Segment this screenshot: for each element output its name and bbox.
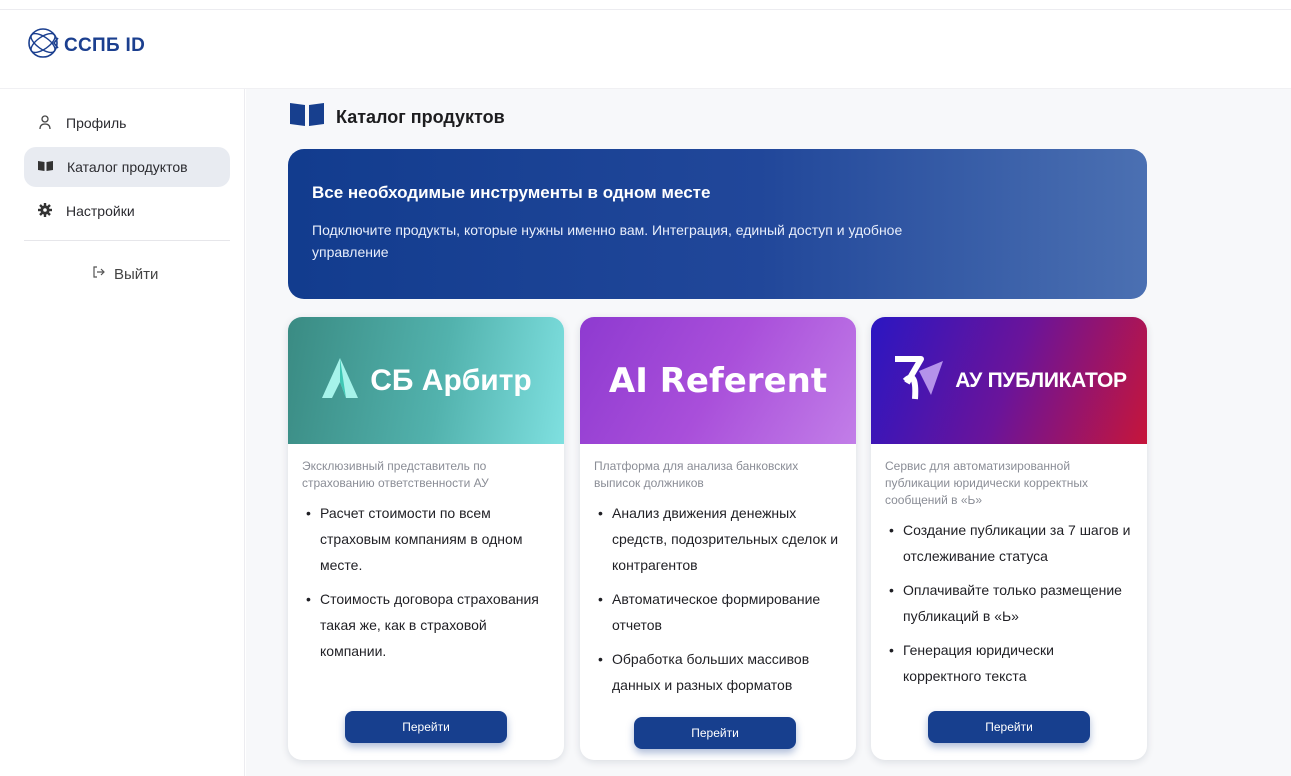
main-content: Каталог продуктов Все необходимые инстру… <box>246 89 1291 776</box>
logout-button[interactable]: Выйти <box>92 265 158 283</box>
sidebar-divider <box>24 240 230 241</box>
feature-list: Анализ движения денежных средств, подозр… <box>580 500 856 698</box>
brand-name: ССПБ ID <box>64 34 146 56</box>
sidebar-item-catalog[interactable]: Каталог продуктов <box>24 147 230 187</box>
product-card-au-publikator: АУ ПУБЛИКАТОР Сервис для автоматизирован… <box>871 317 1147 760</box>
go-button[interactable]: Перейти <box>634 717 796 749</box>
feature-item: Автоматическое формирование отчетов <box>594 586 844 638</box>
product-logo-text: СБ Арбитр <box>370 363 532 397</box>
product-banner: AI Referent <box>580 317 856 444</box>
gear-icon <box>38 202 52 220</box>
product-description: Платформа для анализа банковских выписок… <box>594 459 799 490</box>
sidebar-item-profile[interactable]: Профиль <box>24 103 230 143</box>
sidebar-item-label: Каталог продуктов <box>67 159 188 175</box>
top-divider <box>0 9 1291 10</box>
feature-list: Расчет стоимости по всем страховым компа… <box>288 500 564 664</box>
hero-banner: Все необходимые инструменты в одном мест… <box>288 149 1147 299</box>
book-icon <box>38 159 53 175</box>
page-title: Каталог продуктов <box>290 101 505 134</box>
feature-item: Обработка больших массивов данных и разн… <box>594 646 844 698</box>
sidebar-item-settings[interactable]: Настройки <box>24 191 230 231</box>
page-title-text: Каталог продуктов <box>336 107 505 127</box>
feature-item: Генерация юридически корректного текста <box>885 637 1135 689</box>
feature-item: Создание публикации за 7 шагов и отслежи… <box>885 517 1135 569</box>
product-card-arbitr: СБ Арбитр Эксклюзивный представитель по … <box>288 317 564 760</box>
brand-logo[interactable]: ССПБ ID <box>26 26 145 65</box>
sidebar-item-label: Профиль <box>66 115 127 131</box>
arbitr-logo-icon <box>320 356 360 405</box>
sidebar: Профиль Каталог продуктов Настройки Выйт… <box>0 89 245 776</box>
product-description: Эксклюзивный представитель по страховани… <box>302 459 489 490</box>
globe-logo-icon <box>26 26 60 65</box>
feature-item: Стоимость договора страхования такая же,… <box>302 586 552 664</box>
book-icon <box>290 101 324 134</box>
product-description: Сервис для автоматизированной публикации… <box>885 459 1088 507</box>
feature-item: Анализ движения денежных средств, подозр… <box>594 500 844 578</box>
feature-item: Расчет стоимости по всем страховым компа… <box>302 500 552 578</box>
product-logo-text: АУ ПУБЛИКАТОР <box>955 368 1127 392</box>
hero-text: Подключите продукты, которые нужны именн… <box>312 222 903 260</box>
product-logo-text: AI Referent <box>608 360 828 401</box>
sidebar-item-label: Настройки <box>66 203 135 219</box>
product-card-ai-referent: AI Referent Платформа для анализа банков… <box>580 317 856 760</box>
go-button[interactable]: Перейти <box>928 711 1090 743</box>
product-banner: СБ Арбитр <box>288 317 564 444</box>
logout-icon <box>92 265 106 283</box>
publikator-logo-icon <box>891 353 945 408</box>
hero-title: Все необходимые инструменты в одном мест… <box>312 183 711 202</box>
feature-list: Создание публикации за 7 шагов и отслежи… <box>871 517 1147 689</box>
logout-label: Выйти <box>114 265 159 283</box>
go-button[interactable]: Перейти <box>345 711 507 743</box>
product-banner: АУ ПУБЛИКАТОР <box>871 317 1147 444</box>
user-icon <box>38 114 52 133</box>
feature-item: Оплачивайте только размещение публикаций… <box>885 577 1135 629</box>
